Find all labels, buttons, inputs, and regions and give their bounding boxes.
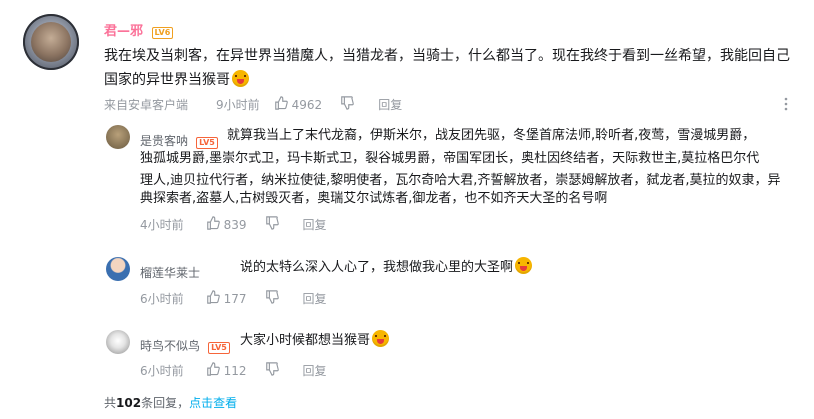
- thumbs-up-icon[interactable]: [206, 362, 220, 379]
- reply-2-text: 说的太特么深入人心了，我想做我心里的大圣啊: [240, 257, 800, 279]
- reply-3-like-count: 112: [223, 363, 247, 378]
- reply-1-line-2: 独孤城男爵,墨崇尔式卫，玛卡斯式卫，裂谷城男爵，帝国军团长，奥杜因终结者，天际救…: [140, 151, 760, 166]
- reply-2-time: 6小时前: [140, 292, 184, 306]
- reply-1-avatar[interactable]: [106, 125, 130, 149]
- thumbs-down-icon[interactable]: [340, 96, 355, 113]
- main-like-count: 4962: [291, 97, 323, 112]
- reply-3-meta: 6小时前 112 回复: [140, 362, 327, 379]
- main-username[interactable]: 君—邪 LV6: [104, 20, 174, 39]
- reply-1-time: 4小时前: [140, 218, 184, 232]
- main-level-badge: LV6: [151, 27, 174, 39]
- thumbs-up-icon[interactable]: [274, 96, 288, 113]
- reply-2-meta: 6小时前 177 回复: [140, 290, 327, 307]
- reply-3-reply-button[interactable]: 回复: [303, 362, 327, 379]
- crying-emoji-icon: [515, 257, 533, 274]
- reply-1-line-1: 就算我当上了末代龙裔，伊斯米尔，战友团先驱，冬堡首席法师,聆听者,夜莺，雪漫城男…: [227, 128, 756, 143]
- reply-1-line-4: 典探索者,盗墓人,古树毁灭者，奥瑞艾尔试炼者,御龙者，也不如齐天大圣的名号啊: [140, 191, 608, 206]
- reply-2-content: 说的太特么深入人心了，我想做我心里的大圣啊: [240, 260, 514, 275]
- reply-3-text: 大家小时候都想当猴哥: [240, 330, 800, 352]
- main-username-text[interactable]: 君—邪: [104, 24, 143, 39]
- thumbs-down-icon[interactable]: [265, 290, 279, 307]
- footer-count: 102: [116, 396, 142, 410]
- reply-2-like-count: 177: [223, 291, 247, 306]
- main-comment-text: 我在埃及当刺客，在异世界当猎魔人，当猎龙者，当骑士，什么都当了。现在我终于看到一…: [104, 44, 794, 92]
- thumbs-up-icon[interactable]: [206, 290, 220, 307]
- thumbs-down-icon[interactable]: [265, 216, 279, 233]
- reply-3-header: 時鸟不似鸟 LV5: [140, 335, 230, 354]
- main-comment-content: 我在埃及当刺客，在异世界当猎魔人，当猎龙者，当骑士，什么都当了。现在我终于看到一…: [104, 48, 790, 88]
- reply-1-reply-button[interactable]: 回复: [303, 216, 327, 233]
- reply-2-avatar[interactable]: [106, 257, 130, 281]
- footer-prefix: 共: [104, 396, 117, 410]
- reply-1-like-count: 839: [223, 217, 247, 232]
- reply-2-username[interactable]: 榴莲华莱士: [140, 266, 200, 280]
- reply-2-header: 榴莲华莱士: [140, 262, 200, 281]
- reply-1-meta: 4小时前 839 回复: [140, 216, 327, 233]
- main-source: 来自安卓客户端: [104, 98, 189, 112]
- reply-2-reply-button[interactable]: 回复: [303, 290, 327, 307]
- reply-3-content: 大家小时候都想当猴哥: [240, 333, 371, 348]
- more-vertical-icon[interactable]: [782, 96, 790, 115]
- reply-1-username[interactable]: 是贵客呐: [140, 134, 188, 148]
- main-time: 9小时前: [216, 98, 260, 112]
- footer-suffix: 条回复，: [141, 396, 190, 410]
- view-all-replies-link[interactable]: 点击查看: [189, 396, 237, 410]
- reply-3-level-badge: LV5: [208, 342, 230, 354]
- main-avatar[interactable]: [23, 14, 79, 70]
- thumbs-up-icon[interactable]: [206, 216, 220, 233]
- reply-3-time: 6小时前: [140, 364, 184, 378]
- reply-count-footer: 共102条回复，点击查看: [104, 394, 237, 411]
- reply-3-avatar[interactable]: [106, 330, 130, 354]
- main-comment-meta: 来自安卓客户端 9小时前 4962 回复: [104, 96, 402, 113]
- crying-emoji-icon: [232, 70, 249, 87]
- reply-3-username[interactable]: 時鸟不似鸟: [140, 339, 200, 353]
- crying-emoji-icon: [372, 330, 390, 347]
- reply-1-header: 是贵客呐 LV5: [140, 130, 218, 149]
- main-reply-button[interactable]: 回复: [378, 96, 402, 113]
- thumbs-down-icon[interactable]: [265, 362, 279, 379]
